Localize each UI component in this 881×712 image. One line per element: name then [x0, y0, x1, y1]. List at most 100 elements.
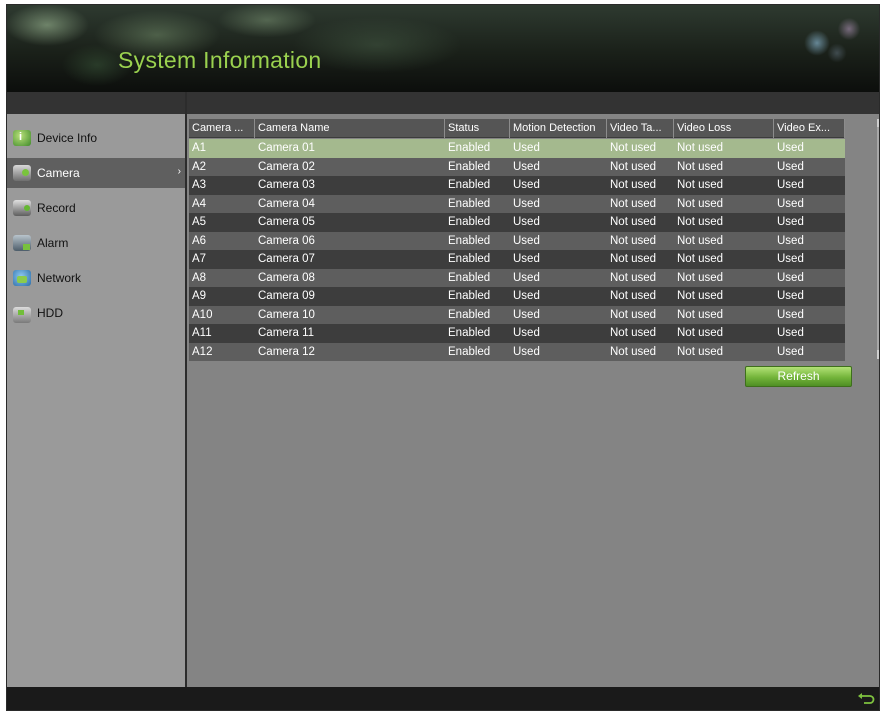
cell-status: Enabled	[448, 327, 491, 339]
system-information-window: System Information Device Info Camera › …	[6, 4, 880, 711]
column-header-camera-name[interactable]: Camera Name	[255, 119, 445, 138]
cell-video-exception: Used	[777, 216, 804, 228]
sidebar-item-alarm[interactable]: Alarm	[7, 228, 185, 258]
cell-camera: A10	[192, 308, 213, 321]
cell-video-exception: Used	[777, 253, 804, 265]
table-row[interactable]: A8 Camera 08 Enabled Used Not used Not used Us…	[189, 268, 845, 287]
table-body: A1 Camera 01 Enabled Used Not used Not used Us…	[189, 139, 845, 361]
cell-camera-name: Camera 10	[258, 308, 315, 321]
table-scrollbar[interactable]	[877, 119, 879, 359]
page-title: System Information	[118, 47, 322, 73]
cell-motion-detection: Used	[513, 142, 540, 154]
sidebar-item-label: Network	[37, 271, 82, 285]
cell-camera: A8	[192, 271, 207, 284]
cell-camera: A9	[192, 290, 207, 302]
sidebar-item-label: Record	[37, 201, 76, 215]
footer-bar	[7, 687, 879, 710]
cell-video-tampering: Not used	[610, 216, 657, 228]
cell-video-loss: Not used	[677, 216, 724, 228]
cell-video-loss: Not used	[677, 253, 724, 265]
table-row[interactable]: A2 Camera 02 Enabled Used Not used Not used Us…	[189, 157, 845, 176]
sidebar-item-record[interactable]: Record	[7, 193, 185, 223]
cell-camera-name: Camera 08	[258, 271, 315, 284]
cell-motion-detection: Used	[513, 216, 540, 228]
network-icon	[13, 270, 31, 286]
cell-status: Enabled	[448, 179, 491, 191]
cell-video-exception: Used	[777, 160, 804, 173]
cell-camera-name: Camera 12	[258, 345, 315, 358]
cell-camera-name: Camera 02	[258, 160, 315, 173]
cell-status: Enabled	[448, 271, 491, 284]
table-row[interactable]: A9 Camera 09 Enabled Used Not used Not used Us…	[189, 287, 845, 306]
table-row[interactable]: A1 Camera 01 Enabled Used Not used Not used Us…	[189, 139, 845, 158]
cell-camera-name: Camera 11	[258, 327, 315, 339]
sidebar-item-label: Device Info	[37, 131, 98, 145]
cell-camera-name: Camera 07	[258, 253, 315, 265]
cell-video-exception: Used	[777, 290, 804, 302]
cell-status: Enabled	[448, 253, 491, 265]
cell-video-loss: Not used	[677, 271, 724, 284]
scrollbar-thumb[interactable]	[877, 127, 879, 350]
table-row[interactable]: A10 Camera 10 Enabled Used Not used Not used U…	[189, 305, 845, 324]
header-banner: System Information	[7, 5, 879, 92]
table-row[interactable]: A12 Camera 12 Enabled Used Not used Not used U…	[189, 342, 845, 361]
cell-video-exception: Used	[777, 308, 804, 321]
table-row[interactable]: A5 Camera 05 Enabled Used Not used Not used Us…	[189, 213, 845, 232]
info-icon	[13, 130, 31, 146]
cell-video-tampering: Not used	[610, 197, 657, 210]
cell-camera: A5	[192, 216, 207, 228]
cell-camera-name: Camera 01	[258, 142, 315, 154]
table-row[interactable]: A4 Camera 04 Enabled Used Not used Not used Us…	[189, 194, 845, 213]
record-icon	[13, 200, 31, 216]
cell-video-exception: Used	[777, 234, 804, 247]
back-arrow-icon[interactable]	[857, 691, 875, 707]
cell-motion-detection: Used	[513, 179, 540, 191]
table-row[interactable]: A7 Camera 07 Enabled Used Not used Not used Us…	[189, 250, 845, 269]
cell-video-loss: Not used	[677, 308, 724, 321]
sidebar-item-camera[interactable]: Camera ›	[7, 158, 185, 188]
sidebar-item-hdd[interactable]: HDD	[7, 298, 185, 328]
cell-video-exception: Used	[777, 197, 804, 210]
cell-video-tampering: Not used	[610, 290, 657, 302]
camera-info-table: Camera ... Camera Name Status Motion Det…	[189, 119, 879, 361]
table-row[interactable]: A11 Camera 11 Enabled Used Not used Not used U…	[189, 324, 845, 343]
cell-video-tampering: Not used	[610, 327, 657, 339]
cell-camera-name: Camera 03	[258, 179, 315, 191]
cell-camera-name: Camera 09	[258, 290, 315, 302]
orb-decoration	[797, 13, 867, 68]
table-row[interactable]: A6 Camera 06 Enabled Used Not used Not used Us…	[189, 231, 845, 250]
cell-camera: A3	[192, 179, 207, 191]
sidebar: Device Info Camera › Record Alarm Networ…	[7, 114, 185, 687]
hdd-icon	[13, 307, 31, 323]
cell-video-exception: Used	[777, 327, 804, 339]
cell-video-tampering: Not used	[610, 234, 657, 247]
cell-motion-detection: Used	[513, 327, 540, 339]
cell-video-tampering: Not used	[610, 253, 657, 265]
cell-status: Enabled	[448, 160, 491, 173]
cell-camera-name: Camera 04	[258, 197, 315, 210]
column-header-motion-detection[interactable]: Motion Detection	[510, 119, 607, 138]
column-header-video-exception[interactable]: Video Ex...	[774, 119, 845, 138]
cell-camera-name: Camera 06	[258, 234, 315, 247]
cell-status: Enabled	[448, 142, 491, 154]
table-row[interactable]: A3 Camera 03 Enabled Used Not used Not used Us…	[189, 176, 845, 195]
cell-video-tampering: Not used	[610, 271, 657, 284]
column-header-video-tampering[interactable]: Video Ta...	[607, 119, 674, 138]
cell-camera: A7	[192, 253, 207, 265]
sidebar-item-device-info[interactable]: Device Info	[7, 123, 185, 153]
column-header-camera[interactable]: Camera ...	[189, 119, 255, 138]
refresh-button[interactable]: Refresh	[745, 366, 852, 387]
cell-video-tampering: Not used	[610, 160, 657, 173]
cell-video-exception: Used	[777, 179, 804, 191]
cell-video-loss: Not used	[677, 197, 724, 210]
column-header-video-loss[interactable]: Video Loss	[674, 119, 774, 138]
sidebar-item-label: HDD	[37, 306, 63, 320]
cell-camera: A12	[192, 345, 213, 358]
cell-video-loss: Not used	[677, 142, 724, 154]
cell-video-exception: Used	[777, 345, 804, 358]
alarm-icon	[13, 235, 31, 251]
sidebar-item-label: Alarm	[37, 236, 69, 250]
column-header-status[interactable]: Status	[445, 119, 510, 138]
table-header: Camera ... Camera Name Status Motion Det…	[189, 119, 845, 138]
sidebar-item-network[interactable]: Network	[7, 263, 185, 293]
